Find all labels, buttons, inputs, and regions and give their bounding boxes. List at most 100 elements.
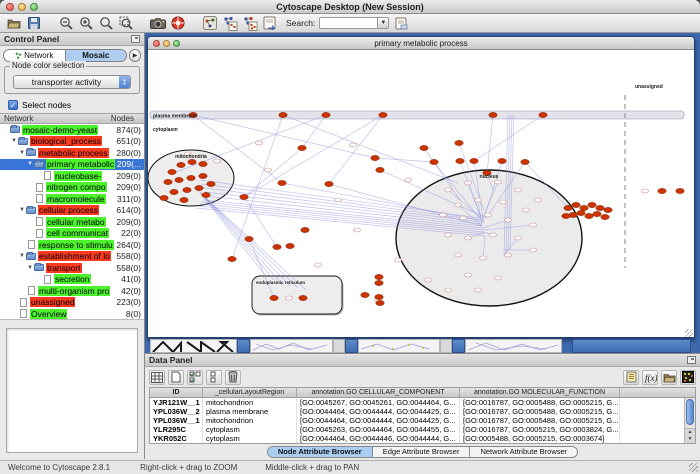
network-node[interactable] xyxy=(420,145,428,150)
disclosure-triangle-icon[interactable]: ▼ xyxy=(10,138,18,144)
table-row[interactable]: YPL036W__2plasma membrane[GO:0044464, GO… xyxy=(150,407,695,416)
network-node[interactable] xyxy=(256,141,263,145)
network-node[interactable] xyxy=(207,181,215,186)
network-node[interactable] xyxy=(202,192,210,197)
tree-row[interactable]: mosaic-demo-yeast874(0) xyxy=(0,124,144,136)
zoom-fit-icon[interactable] xyxy=(98,16,114,31)
network-node[interactable] xyxy=(585,213,593,218)
table-row[interactable]: YJR121W__1mitochondrion[GO:0045267, GO:0… xyxy=(150,398,695,407)
network-node[interactable] xyxy=(535,198,542,202)
float-panel-icon[interactable] xyxy=(687,356,696,364)
close-button[interactable] xyxy=(6,3,14,11)
network-window-titlebar[interactable]: primary metabolic process xyxy=(148,37,694,50)
network-node[interactable] xyxy=(500,200,507,204)
table-row[interactable]: YKR052Ccytoplasm[GO:0044464, GO:0044446,… xyxy=(150,434,695,443)
disclosure-triangle-icon[interactable]: ▼ xyxy=(18,253,26,259)
network-node[interactable] xyxy=(379,112,387,117)
birdseye-overview[interactable] xyxy=(6,328,138,453)
unselect-attributes-icon[interactable] xyxy=(206,370,222,385)
network-node[interactable] xyxy=(164,179,172,184)
tree-row[interactable]: secretion41(0) xyxy=(0,274,144,286)
table-row[interactable]: YDR039C__1mitochondrion[GO:0044464, GO:0… xyxy=(150,443,695,444)
network-node[interactable] xyxy=(480,256,487,260)
network-node[interactable] xyxy=(485,213,492,217)
network-node[interactable] xyxy=(588,202,596,207)
attribute-matrix-icon[interactable] xyxy=(680,370,696,385)
network-node[interactable] xyxy=(445,288,452,292)
minimized-window-thumbnail[interactable] xyxy=(150,339,237,353)
network-node[interactable] xyxy=(405,178,412,182)
new-attribute-icon[interactable] xyxy=(168,370,184,385)
zoom-out-icon[interactable] xyxy=(58,16,74,31)
zoom-selected-icon[interactable] xyxy=(118,16,134,31)
network-node[interactable] xyxy=(286,243,294,248)
minimized-window-titlebar[interactable] xyxy=(572,339,691,353)
delete-attribute-icon[interactable] xyxy=(225,370,241,385)
import-attributes-icon[interactable] xyxy=(661,370,677,385)
tree-row[interactable]: nitrogen compo209(0) xyxy=(0,182,144,194)
network-node[interactable] xyxy=(604,207,612,212)
minimized-window-thumbnail[interactable] xyxy=(250,339,333,353)
network-node[interactable] xyxy=(199,173,207,178)
disclosure-triangle-icon[interactable]: ▼ xyxy=(26,161,34,167)
network-node[interactable] xyxy=(658,188,666,193)
network-node[interactable] xyxy=(523,208,530,212)
attribute-table-icon[interactable] xyxy=(149,370,165,385)
minimized-window-thumbnail[interactable] xyxy=(465,339,562,353)
tree-row[interactable]: ▼transport558(0) xyxy=(0,262,144,274)
network-node[interactable] xyxy=(299,295,307,300)
network-node[interactable] xyxy=(315,263,322,267)
network-node[interactable] xyxy=(375,294,383,299)
network-node[interactable] xyxy=(465,181,472,185)
column-header-cellular-component[interactable]: annotation.GO CELLULAR_COMPONENT xyxy=(297,388,460,397)
network-node[interactable] xyxy=(301,227,309,232)
network-node[interactable] xyxy=(240,194,248,199)
tree-row[interactable]: cell communicat22(0) xyxy=(0,228,144,240)
network-node[interactable] xyxy=(521,159,529,164)
network-node[interactable] xyxy=(199,161,207,166)
network-node[interactable] xyxy=(490,233,497,237)
tab-mosaic[interactable]: Mosaic xyxy=(65,50,127,61)
table-row[interactable]: YLR295Ccytoplasm[GO:0045263, GO:0044464,… xyxy=(150,425,695,434)
network-node[interactable] xyxy=(170,189,178,194)
help-lifering-icon[interactable] xyxy=(170,16,186,31)
network-node[interactable] xyxy=(456,158,464,163)
tab-network-attribute-browser[interactable]: Network Attribute Browser xyxy=(469,447,577,457)
minimized-window-thumbnail[interactable] xyxy=(358,339,440,353)
tree-row[interactable]: unassigned223(0) xyxy=(0,297,144,309)
minimized-window-edge[interactable] xyxy=(333,339,345,353)
network-node[interactable] xyxy=(470,158,478,163)
network-node[interactable] xyxy=(375,280,383,285)
network-node[interactable] xyxy=(577,210,585,215)
network-node[interactable] xyxy=(455,203,462,207)
network-node[interactable] xyxy=(601,214,609,219)
network-node[interactable] xyxy=(361,292,369,297)
network-node[interactable] xyxy=(177,162,185,167)
network-node[interactable] xyxy=(515,236,522,240)
network-node[interactable] xyxy=(505,253,512,257)
network-node[interactable] xyxy=(187,175,195,180)
notes-icon[interactable] xyxy=(393,16,409,31)
tree-row[interactable]: ▼cellular process614(0) xyxy=(0,205,144,217)
network-node[interactable] xyxy=(350,143,357,147)
network-node[interactable] xyxy=(495,276,502,280)
tab-node-attribute-browser[interactable]: Node Attribute Browser xyxy=(268,447,372,457)
network-node[interactable] xyxy=(214,159,221,163)
network-node[interactable] xyxy=(642,189,649,193)
select-nodes-checkbox[interactable]: ✓ xyxy=(8,100,18,110)
network-node[interactable] xyxy=(286,296,293,300)
network-node[interactable] xyxy=(322,112,330,117)
network-node[interactable] xyxy=(676,188,684,193)
network-node[interactable] xyxy=(195,185,203,190)
network-zoom-button[interactable] xyxy=(173,40,180,47)
tree-row[interactable]: Overview8(0) xyxy=(0,308,144,320)
network-frame-icon[interactable] xyxy=(202,16,218,31)
network-node[interactable] xyxy=(160,195,168,200)
tree-row[interactable]: ▼metabolic process280(0) xyxy=(0,147,144,159)
network-node[interactable] xyxy=(188,159,196,164)
tree-row[interactable]: nucleobase-209(0) xyxy=(0,170,144,182)
network-node[interactable] xyxy=(183,187,191,192)
function-builder-icon[interactable]: f(x) xyxy=(642,370,658,385)
network-node[interactable] xyxy=(175,177,183,182)
disclosure-triangle-icon[interactable]: ▼ xyxy=(18,207,26,213)
